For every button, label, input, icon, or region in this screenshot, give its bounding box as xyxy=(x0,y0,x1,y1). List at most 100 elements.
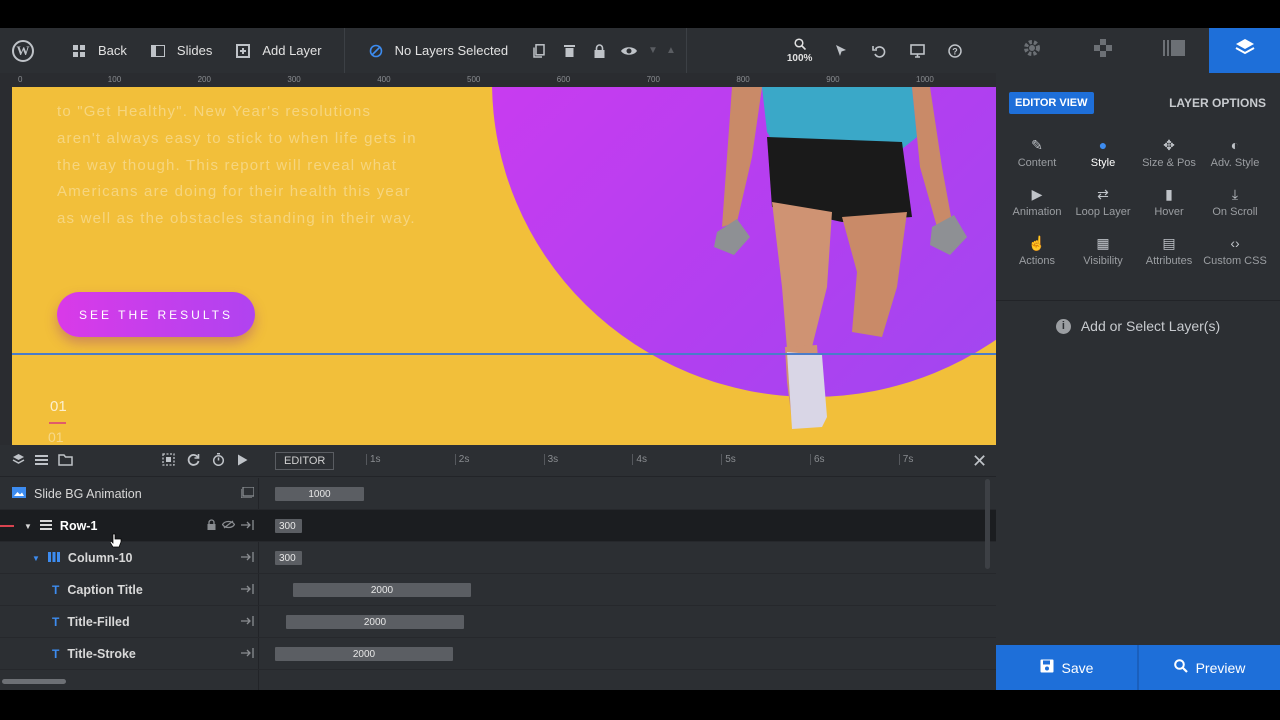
device-preview-button[interactable] xyxy=(898,28,936,73)
guide-line[interactable] xyxy=(12,353,996,355)
slide-canvas[interactable]: to "Get Healthy". New Year's resolutions… xyxy=(12,87,996,445)
layers-icon xyxy=(1235,38,1255,63)
code-icon: ‹› xyxy=(1230,234,1240,251)
caption-paragraph[interactable]: to "Get Healthy". New Year's resolutions… xyxy=(57,99,417,233)
contrast-icon: ◐ xyxy=(1230,136,1240,153)
timeline-horizontal-scrollbar[interactable] xyxy=(2,679,66,684)
caret-down-icon[interactable]: ▼ xyxy=(24,522,32,531)
add-or-select-hint: i Add or Select Layer(s) xyxy=(996,318,1280,334)
option-hover[interactable]: ▮ Hover xyxy=(1136,180,1202,223)
lock-icon[interactable] xyxy=(207,519,216,533)
close-timeline-button[interactable]: ✕ xyxy=(972,451,987,472)
duplicate-button[interactable] xyxy=(524,28,554,73)
expand-right-icon[interactable] xyxy=(241,551,254,565)
cursor-arrow-icon xyxy=(830,40,852,62)
back-button[interactable]: Back xyxy=(58,28,137,73)
add-layer-button[interactable]: Add Layer xyxy=(222,28,331,73)
zoom-control[interactable]: 100% xyxy=(777,28,823,73)
timeline-vertical-scrollbar[interactable] xyxy=(985,479,990,569)
slides-button[interactable]: Slides xyxy=(137,28,222,73)
selection-icon[interactable] xyxy=(162,453,175,469)
palette-icon: ● xyxy=(1098,136,1108,153)
option-actions[interactable]: ☝ Actions xyxy=(1004,229,1070,272)
tab-background[interactable] xyxy=(1138,28,1209,73)
close-icon: ✕ xyxy=(972,451,988,471)
undo-icon xyxy=(868,40,890,62)
timeline-row-caption-title[interactable]: T Caption Title 2000 xyxy=(0,574,996,606)
undo-button[interactable] xyxy=(860,28,898,73)
timeline-panel: EDITOR 1s 2s 3s 4s 5s 6s 7s ✕ Slide BG Animati… xyxy=(0,445,996,690)
zoom-display: 100% xyxy=(787,37,812,64)
timeline-row-column-10[interactable]: ▼ Column-10 300 xyxy=(0,542,996,574)
duration-bar[interactable]: 300 xyxy=(275,551,302,565)
slides-icon xyxy=(147,40,169,62)
add-select-text: Add or Select Layer(s) xyxy=(1080,318,1221,334)
image-icon xyxy=(12,487,26,501)
move-icon: ✥ xyxy=(1163,136,1175,153)
panel-divider xyxy=(996,300,1280,301)
duration-bar[interactable]: 2000 xyxy=(275,647,453,661)
image-gallery-icon xyxy=(1162,40,1185,61)
folder-icon[interactable] xyxy=(58,453,73,469)
row-label: T Title-Stroke xyxy=(52,638,136,670)
timeline-editor-tag[interactable]: EDITOR xyxy=(275,452,335,470)
move-down-button[interactable]: ▼ xyxy=(644,28,662,73)
option-visibility[interactable]: ▦ Visibility xyxy=(1070,229,1136,272)
option-animation[interactable]: ▶ Animation xyxy=(1004,180,1070,223)
slide-number[interactable]: 01 xyxy=(50,398,67,415)
visibility-button[interactable] xyxy=(614,28,644,73)
move-up-button[interactable]: ▲ xyxy=(662,28,680,73)
option-attributes[interactable]: ▤ Attributes xyxy=(1136,229,1202,272)
duration-bar[interactable]: 2000 xyxy=(286,615,464,629)
expand-right-icon[interactable] xyxy=(241,615,254,629)
mouse-cursor-icon xyxy=(109,533,122,552)
duration-bar[interactable]: 1000 xyxy=(275,487,364,501)
athlete-lunge-image[interactable] xyxy=(692,87,992,445)
gallery-icon[interactable] xyxy=(240,486,255,501)
option-size-pos[interactable]: ✥ Size & Pos xyxy=(1136,131,1202,174)
save-button[interactable]: Save xyxy=(996,645,1137,690)
lock-button[interactable] xyxy=(584,28,614,73)
list-icon[interactable] xyxy=(35,453,48,469)
duration-bar[interactable]: 300 xyxy=(275,519,302,533)
option-loop-layer[interactable]: ⇄ Loop Layer xyxy=(1070,180,1136,223)
option-label: On Scroll xyxy=(1212,205,1258,218)
help-button[interactable]: ? xyxy=(936,28,974,73)
expand-right-icon[interactable] xyxy=(241,583,254,597)
option-content[interactable]: ✎ Content xyxy=(1004,131,1070,174)
option-label: Loop Layer xyxy=(1075,205,1131,218)
play-icon[interactable] xyxy=(237,453,248,469)
layer-options-panel: EDITOR VIEW LAYER OPTIONS ✎ Content ● Style… xyxy=(996,73,1280,645)
timeline-row-title-filled[interactable]: T Title-Filled 2000 xyxy=(0,606,996,638)
no-selection-icon xyxy=(365,40,387,62)
option-style[interactable]: ● Style xyxy=(1070,131,1136,174)
option-custom-css[interactable]: ‹› Custom CSS xyxy=(1202,229,1268,272)
option-label: Visibility xyxy=(1083,254,1123,267)
option-on-scroll[interactable]: ⤓ On Scroll xyxy=(1202,180,1268,223)
help-icon: ? xyxy=(944,40,966,62)
tab-settings[interactable] xyxy=(996,28,1067,73)
see-the-results-button[interactable]: SEE THE RESULTS xyxy=(57,292,255,337)
panel-tabs xyxy=(996,28,1280,73)
preview-button[interactable]: Preview xyxy=(1137,645,1280,690)
preview-label: Preview xyxy=(1195,659,1246,676)
hide-icon[interactable] xyxy=(221,520,236,532)
stopwatch-icon[interactable] xyxy=(212,453,225,469)
tab-navigation[interactable] xyxy=(1067,28,1138,73)
expand-right-icon[interactable] xyxy=(241,647,254,661)
refresh-icon[interactable] xyxy=(187,453,200,469)
duration-bar[interactable]: 2000 xyxy=(293,583,471,597)
delete-button[interactable] xyxy=(554,28,584,73)
layers-icon[interactable] xyxy=(12,453,25,469)
timeline-row-slide-bg[interactable]: Slide BG Animation 1000 xyxy=(0,478,996,510)
option-adv-style[interactable]: ◐ Adv. Style xyxy=(1202,131,1268,174)
editor-view-badge[interactable]: EDITOR VIEW xyxy=(1009,92,1094,114)
timeline-row-row-1[interactable]: ▼ Row-1 300 xyxy=(0,510,996,542)
row-label: Slide BG Animation xyxy=(12,478,142,510)
wordpress-logo-button[interactable]: W xyxy=(0,28,44,73)
caret-down-icon[interactable]: ▼ xyxy=(32,554,40,563)
tab-layers[interactable] xyxy=(1209,28,1280,73)
timeline-row-title-stroke[interactable]: T Title-Stroke 2000 xyxy=(0,638,996,670)
select-tool-button[interactable] xyxy=(822,28,860,73)
expand-right-icon[interactable] xyxy=(241,519,254,533)
